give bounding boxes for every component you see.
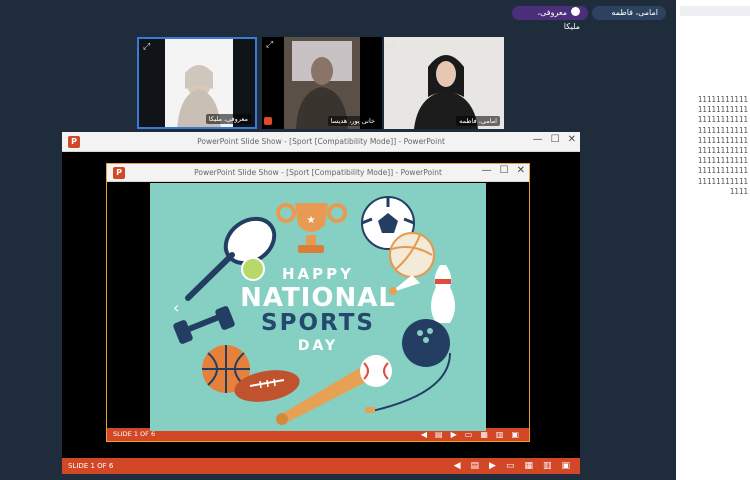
reading-view-icon[interactable]: ▥ [543, 460, 552, 472]
chat-text-line: 11111111111 [697, 135, 748, 145]
reading-view-icon[interactable]: ▥ [496, 428, 504, 441]
participant-name: امامی، فاطمه [456, 116, 500, 126]
participant-pill-active[interactable]: معروفی، ملیکا [512, 6, 588, 31]
baseball-icon [360, 355, 392, 387]
expand-icon[interactable]: ⤢ [388, 40, 395, 50]
chat-text-line: 1111 [729, 186, 748, 196]
slideshow-icon[interactable]: ▣ [561, 460, 570, 472]
video-tile[interactable]: ⤢ معروفی، ملیکا [137, 37, 257, 129]
normal-view-icon[interactable]: ▭ [506, 460, 515, 472]
menu-icon[interactable]: ▤ [471, 460, 480, 472]
chat-text-line: 11111111111 [697, 95, 748, 104]
close-button[interactable]: ✕ [517, 165, 525, 176]
chat-panel-header [680, 6, 750, 16]
previous-icon[interactable]: ◀ [454, 460, 461, 472]
chat-panel [676, 0, 750, 480]
window-titlebar: P PowerPoint Slide Show - [Sport [Compat… [62, 132, 580, 152]
minimize-button[interactable]: — [533, 134, 543, 145]
slideshow-icon[interactable]: ▣ [511, 428, 519, 441]
participant-name: معروفی، ملیکا [205, 114, 251, 124]
minimize-button[interactable]: — [482, 165, 492, 176]
chat-text-line: 11111111111 [697, 146, 748, 156]
restore-button[interactable]: ☐ [500, 165, 509, 176]
screen-share-icon [264, 117, 272, 125]
window-title: PowerPoint Slide Show - [Sport [Compatib… [194, 168, 442, 177]
restore-button[interactable]: ☐ [551, 134, 560, 145]
participant-pill-label: امامی، فاطمه [611, 8, 658, 17]
window-titlebar: P PowerPoint Slide Show - [Sport [Compat… [107, 164, 529, 182]
chat-text-line: 11111111111 [697, 115, 748, 125]
slide-counter: SLIDE 1 OF 6 [68, 462, 114, 470]
slideshow-status-bar: SLIDE 1 OF 6 ◀ ▤ ▶ ▭ ▦ ▥ ▣ [62, 458, 580, 474]
previous-slide-arrow-icon[interactable]: ‹ [173, 298, 179, 317]
window-title: PowerPoint Slide Show - [Sport [Compatib… [197, 137, 445, 146]
svg-text:★: ★ [307, 215, 316, 226]
next-icon[interactable]: ▶ [489, 460, 496, 472]
expand-icon[interactable]: ⤢ [266, 40, 273, 50]
slide-counter: SLIDE 1 OF 6 [113, 430, 156, 438]
chat-text-line: 11111111111 [697, 166, 748, 176]
chat-message: 11111111111 11111111111 11111111111 1111… [692, 95, 748, 197]
slide-sorter-icon[interactable]: ▦ [524, 460, 533, 472]
video-tile[interactable]: ⤢ خانی پور، هدیسا [262, 37, 382, 129]
slide-title-line-3: SPORTS [261, 310, 375, 336]
slide-title-line-4: DAY [297, 338, 339, 354]
trophy-icon: ★ [276, 203, 347, 253]
chat-text-line: 11111111111 [697, 156, 748, 166]
chat-text-line: 11111111111 [697, 105, 748, 115]
mic-icon [571, 7, 580, 16]
slide-title-line-2: NATIONAL [240, 283, 396, 313]
expand-icon[interactable]: ⤢ [143, 42, 150, 52]
video-tile[interactable]: ⤢ امامی، فاطمه [384, 37, 504, 129]
chat-text-line: 11111111111 [697, 125, 748, 135]
participant-pill-other[interactable]: امامی، فاطمه [592, 6, 666, 20]
slide-title-line-1: HAPPY [281, 265, 354, 283]
chat-text-line: 11111111111 [697, 176, 748, 186]
participant-name: خانی پور، هدیسا [327, 116, 378, 126]
close-button[interactable]: ✕ [568, 134, 576, 145]
slide-canvas: ★ HAPPY NATIONAL SPORTS DAY [150, 183, 486, 431]
